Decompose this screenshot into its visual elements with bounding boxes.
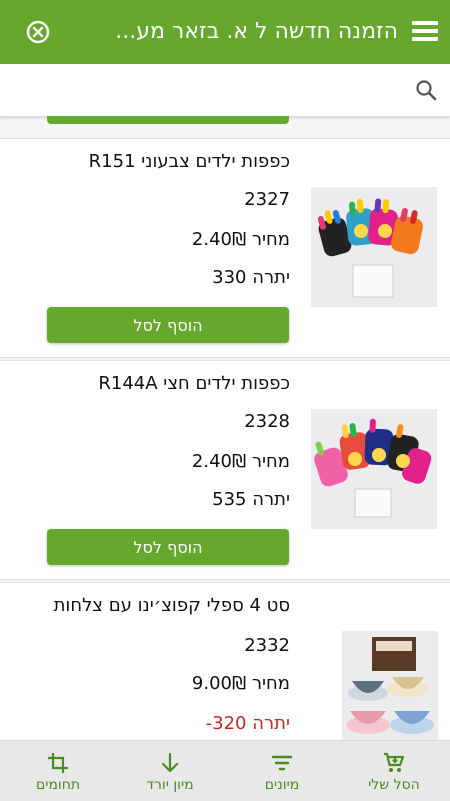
product-card: כפפות ילדים צבעוני R151 2327 מחיר 2.40₪ …	[0, 138, 450, 358]
add-to-cart-button[interactable]: הוסף לסל	[47, 529, 289, 565]
product-name: כפפות ילדים צבעוני R151	[88, 151, 290, 172]
nav-sorting[interactable]: מיונים	[226, 741, 338, 801]
nav-my-cart[interactable]: הסל שלי	[338, 741, 450, 801]
crop-icon	[48, 753, 68, 773]
search-icon[interactable]	[414, 78, 438, 102]
product-code: 2328	[244, 411, 290, 432]
nav-label: תחומים	[35, 777, 81, 793]
nav-label: הסל שלי	[368, 777, 420, 793]
product-stock: יתרה 330	[212, 267, 290, 288]
product-image-gloves	[311, 187, 437, 307]
nav-label: מיון יורד	[146, 777, 194, 793]
product-image-gloves	[311, 409, 437, 529]
product-code: 2332	[244, 635, 290, 656]
nav-label: מיונים	[264, 777, 300, 793]
search-input[interactable]	[0, 64, 400, 116]
page-title: הזמנה חדשה ל א. בזאר מע...	[115, 19, 398, 44]
nav-sort-descending[interactable]: מיון יורד	[114, 741, 226, 801]
product-price: מחיר 2.40₪	[191, 451, 290, 472]
product-image-cups	[342, 631, 438, 740]
add-to-cart-button-partial[interactable]	[47, 116, 289, 124]
product-name: כפפות ילדים חצי R144A	[98, 373, 290, 394]
filter-icon	[271, 755, 293, 771]
product-stock: יתרה 320-	[205, 713, 290, 734]
hamburger-menu-icon[interactable]	[412, 18, 438, 46]
arrow-down-icon	[161, 752, 179, 773]
product-price: מחיר 9.00₪	[191, 673, 290, 694]
app-bar: הזמנה חדשה ל א. בזאר מע...	[0, 0, 450, 64]
search-bar	[0, 64, 450, 117]
cart-icon	[384, 752, 405, 772]
product-price: מחיר 2.40₪	[191, 229, 290, 250]
product-card: סט 4 ספלי קפוצ׳ינו עם צלחות 2332 מחיר 9.…	[0, 582, 450, 740]
add-to-cart-button[interactable]: הוסף לסל	[47, 307, 289, 343]
nav-categories[interactable]: תחומים	[2, 741, 114, 801]
bottom-nav: הסל שלי מיונים מיון יורד תחומים	[0, 740, 450, 801]
product-stock: יתרה 535	[212, 489, 290, 510]
product-list[interactable]: כפפות ילדים צבעוני R151 2327 מחיר 2.40₪ …	[0, 116, 450, 740]
product-code: 2327	[244, 189, 290, 210]
product-name: סט 4 ספלי קפוצ׳ינו עם צלחות	[53, 595, 290, 616]
product-card: כפפות ילדים חצי R144A 2328 מחיר 2.40₪ ית…	[0, 360, 450, 580]
close-circle-icon[interactable]	[26, 20, 50, 44]
